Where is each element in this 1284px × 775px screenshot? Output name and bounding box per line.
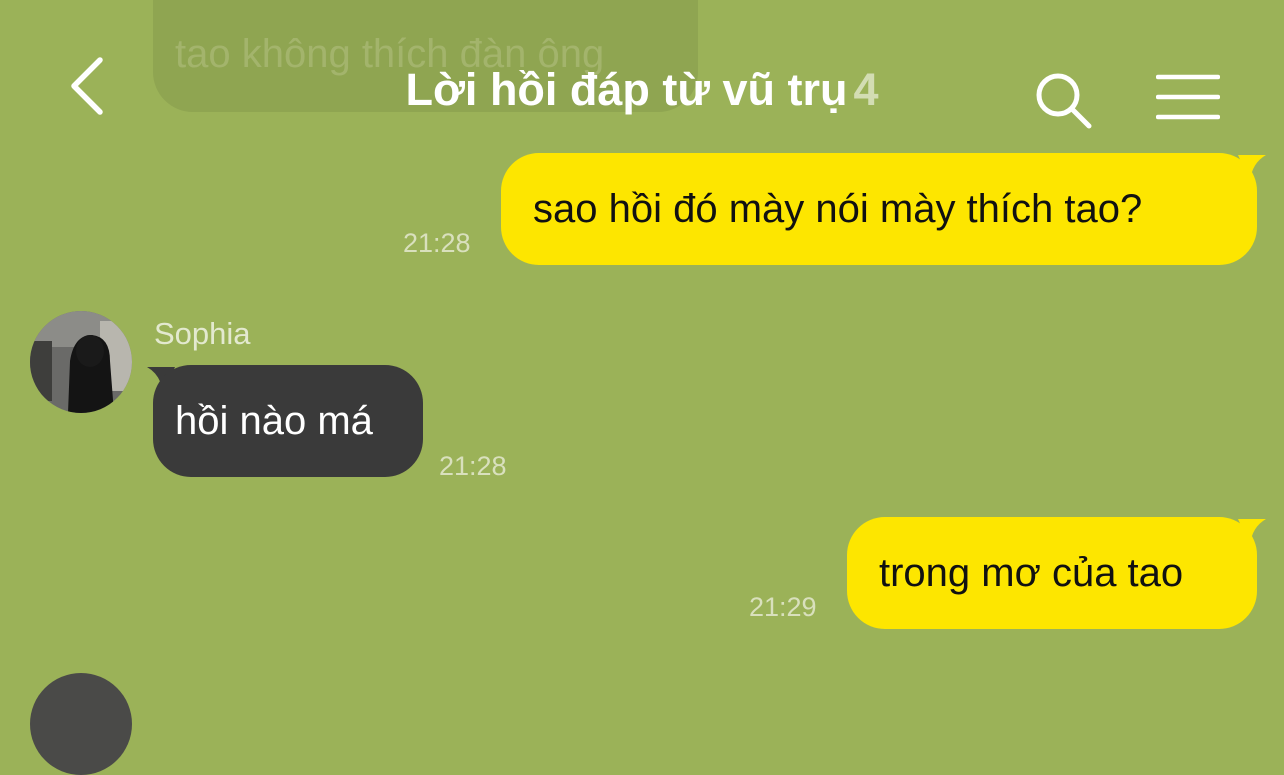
bubble-tail (1238, 155, 1266, 181)
search-icon[interactable] (1034, 70, 1094, 130)
message-time: 21:29 (749, 592, 817, 622)
avatar[interactable] (30, 673, 132, 775)
message-time: 21:28 (439, 451, 507, 481)
message-bubble-outgoing[interactable]: sao hồi đó mày nói mày thích tao? (501, 153, 1257, 265)
bubble-tail (1238, 519, 1266, 545)
chat-view: tao không thích đàn ông Lời hồi đáp từ v… (0, 0, 1284, 775)
member-count: 4 (853, 64, 879, 115)
chat-header: Lời hồi đáp từ vũ trụ 4 (0, 0, 1284, 140)
sender-name: Sophia (154, 316, 251, 351)
hamburger-menu-icon[interactable] (1155, 72, 1221, 122)
message-text: sao hồi đó mày nói mày thích tao? (533, 187, 1143, 231)
message-bubble-incoming[interactable]: hồi nào má (153, 365, 423, 477)
message-bubble-outgoing[interactable]: trong mơ của tao (847, 517, 1257, 629)
message-time: 21:28 (403, 228, 471, 258)
message-text: trong mơ của tao (879, 551, 1184, 595)
chat-title-text: Lời hồi đáp từ vũ trụ (405, 64, 848, 115)
message-text: hồi nào má (175, 399, 373, 443)
avatar[interactable] (30, 311, 132, 413)
